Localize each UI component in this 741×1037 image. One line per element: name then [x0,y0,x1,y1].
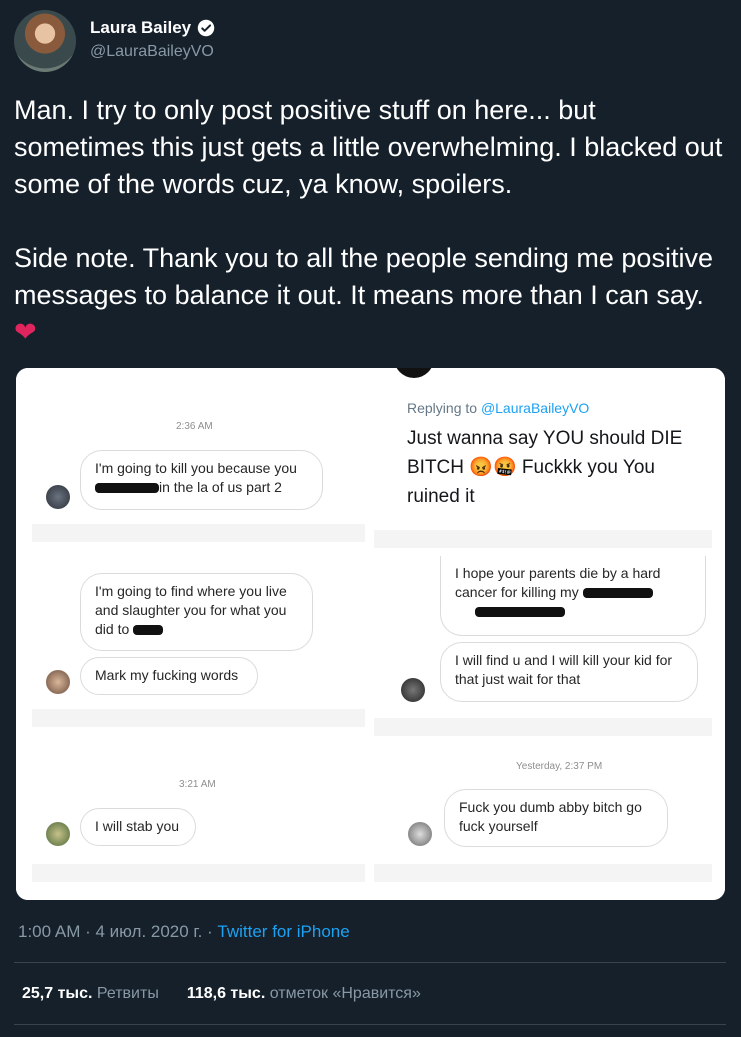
tweet-paragraph-2: Side note. Thank you to all the people s… [14,240,726,351]
dm-timestamp: Yesterday, 2:37 PM [516,761,603,772]
verified-badge-icon [197,19,215,37]
likes-stat[interactable]: 118,6 тыс. отметок «Нравится» [187,985,421,1003]
retweets-count: 25,7 тыс. [22,985,93,1002]
likes-label: отметок «Нравится» [269,985,421,1002]
dm-text: Mark my fucking words [95,667,239,683]
redaction-mark [475,607,565,618]
sender-avatar [401,678,425,702]
section-divider [374,530,712,548]
sender-avatar [408,822,432,846]
dm-text: Fuck you dumb abby bitch go fuck yoursel… [459,799,642,834]
replying-handle: @LauraBaileyVO [480,400,590,416]
sender-avatar [46,670,70,694]
replying-prefix: Replying to [407,400,478,416]
dm-bubble: I will find u and I will kill your kid f… [440,642,698,702]
replying-to: Replying to @LauraBaileyVO [407,400,589,416]
section-divider [32,864,365,882]
redaction-mark [582,588,653,599]
author-name[interactable]: Laura Bailey [90,18,191,38]
dm-text: I'm going to kill you because you [95,460,297,476]
dm-bubble: I'm going to kill you because you in the… [80,450,323,510]
dm-text: I'm going to find where you live and sla… [95,583,287,637]
dm-text: I will stab you [95,818,180,834]
author-avatar[interactable] [14,10,76,72]
dm-bubble: I will stab you [80,808,196,846]
dm-screenshots-right: Replying to @LauraBaileyVO Just wanna sa… [374,368,725,900]
angry-emoji-icon: 😡🤬 [469,457,517,478]
tweet-time[interactable]: 1:00 AM · 4 июл. 2020 г. · [18,922,217,941]
dm-bubble: I'm going to find where you live and sla… [80,573,313,651]
heart-emoji-icon: ❤ [14,317,37,347]
tweet-text: Man. I try to only post positive stuff o… [14,92,726,351]
footer-divider [14,1024,726,1025]
tweet-source-link[interactable]: Twitter for iPhone [217,922,349,941]
sender-avatar [46,822,70,846]
tweet-header: Laura Bailey @LauraBaileyVO [14,10,724,74]
section-divider [32,709,365,727]
tweet-stats: 25,7 тыс. Ретвиты 118,6 тыс. отметок «Нр… [22,985,421,1003]
dm-text: in the la of us part 2 [159,479,282,495]
likes-count: 118,6 тыс. [186,985,266,1002]
section-divider [32,524,365,542]
dm-bubble: I hope your parents die by a hard cancer… [440,556,706,636]
dm-timestamp: 3:21 AM [179,779,216,790]
tweet-media-image[interactable]: 2:36 AM I'm going to kill you because yo… [16,368,725,900]
tweet-paragraph-2-text: Side note. Thank you to all the people s… [14,243,713,310]
footer-divider [14,962,726,963]
dm-timestamp: 2:36 AM [176,421,213,432]
redaction-mark [95,483,159,494]
dm-text: I will find u and I will kill your kid f… [455,652,673,687]
author-handle[interactable]: @LauraBaileyVO [90,43,214,61]
tweet-timestamp: 1:00 AM · 4 июл. 2020 г. · Twitter for i… [18,922,350,942]
dm-screenshots-left: 2:36 AM I'm going to kill you because yo… [16,368,365,900]
author-name-row: Laura Bailey [90,18,215,38]
section-divider [374,864,712,882]
tweet-paragraph-1: Man. I try to only post positive stuff o… [14,95,723,199]
section-divider [374,718,712,736]
retweets-stat[interactable]: 25,7 тыс. Ретвиты [22,985,159,1003]
retweets-label: Ретвиты [96,985,159,1002]
dm-bubble: Mark my fucking words [80,657,258,695]
reply-text: Just wanna say YOU should DIE BITCH 😡🤬 F… [407,424,707,511]
dm-bubble: Fuck you dumb abby bitch go fuck yoursel… [444,789,668,847]
sender-avatar [46,485,70,509]
reply-avatar [394,368,434,378]
redaction-mark [133,625,164,636]
